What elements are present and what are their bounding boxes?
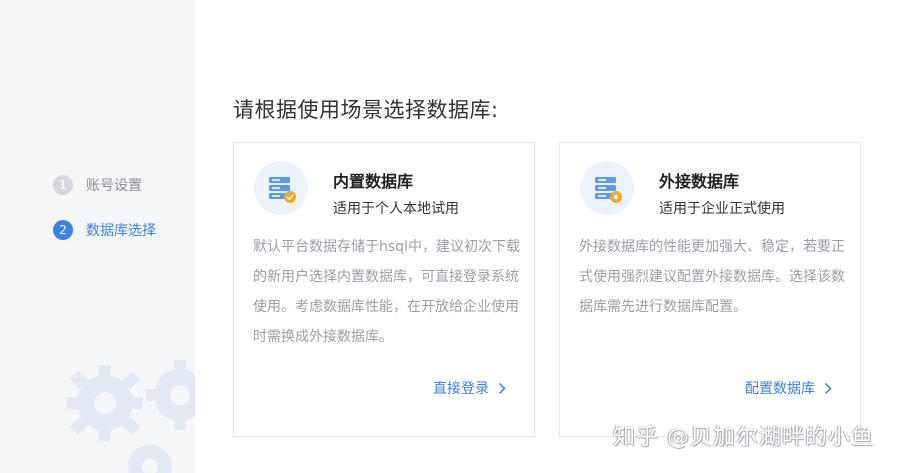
step-label: 账号设置 <box>86 178 142 194</box>
gears-decoration-icon <box>67 360 195 473</box>
page-title: 请根据使用场景选择数据库: <box>233 98 499 122</box>
configure-database-link[interactable]: 配置数据库 <box>745 378 832 398</box>
step-database-selection[interactable]: 2 数据库选择 <box>53 220 156 240</box>
card-title: 内置数据库 <box>333 172 414 191</box>
card-subtitle: 适用于企业正式使用 <box>659 201 785 217</box>
card-subtitle: 适用于个人本地试用 <box>333 201 459 217</box>
chevron-right-icon <box>824 382 832 394</box>
card-external-database[interactable]: 外接数据库 适用于企业正式使用 外接数据库的性能更加强大、稳定，若要正式使用强烈… <box>559 142 861 437</box>
database-check-icon <box>254 161 308 215</box>
step-number: 2 <box>53 220 73 240</box>
watermark: 知乎 @贝加尔湖畔的小鱼 <box>613 425 874 450</box>
action-label: 配置数据库 <box>745 381 815 397</box>
sidebar: 1 账号设置 2 数据库选择 <box>0 0 195 473</box>
card-description: 默认平台数据存储于hsql中，建议初次下载的新用户选择内置数据库，可直接登录系统… <box>253 239 520 345</box>
step-number: 1 <box>53 175 73 195</box>
action-label: 直接登录 <box>433 381 489 397</box>
chevron-right-icon <box>498 382 506 394</box>
card-title: 外接数据库 <box>659 172 740 191</box>
direct-login-link[interactable]: 直接登录 <box>433 378 506 398</box>
card-builtin-database[interactable]: 内置数据库 适用于个人本地试用 默认平台数据存储于hsql中，建议初次下载的新用… <box>233 142 535 437</box>
card-description: 外接数据库的性能更加强大、稳定，若要正式使用强烈建议配置外接数据库。选择该数据库… <box>579 239 845 315</box>
page: 1 账号设置 2 数据库选择 请根据使用场景选择数据库: 内置数据库 适用于个人… <box>0 0 898 473</box>
step-label: 数据库选择 <box>86 223 156 239</box>
database-gear-icon <box>580 161 634 215</box>
step-account-settings[interactable]: 1 账号设置 <box>53 175 142 195</box>
